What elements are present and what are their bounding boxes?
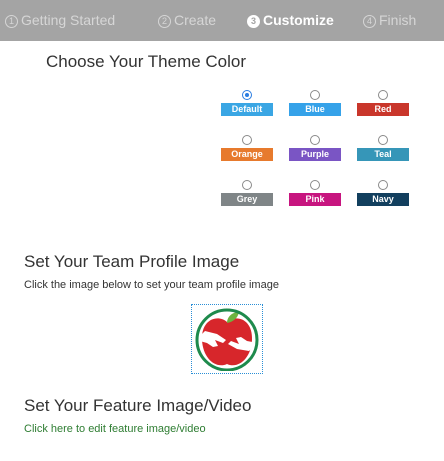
theme-option-pink[interactable]: Pink <box>289 180 341 206</box>
color-chip: Default <box>221 103 273 116</box>
color-chip: Grey <box>221 193 273 206</box>
theme-color-options: Default Blue Red Orange Purple Teal Grey… <box>221 90 411 215</box>
radio-button[interactable] <box>378 135 388 145</box>
apple-hands-logo-icon <box>195 308 259 371</box>
theme-option-blue[interactable]: Blue <box>289 90 341 116</box>
radio-button[interactable] <box>242 90 252 100</box>
radio-button[interactable] <box>310 135 320 145</box>
radio-button[interactable] <box>378 180 388 190</box>
color-chip: Orange <box>221 148 273 161</box>
color-chip: Red <box>357 103 409 116</box>
team-profile-heading: Set Your Team Profile Image <box>24 252 240 271</box>
step-number-icon: 3 <box>247 15 260 28</box>
step-getting-started[interactable]: 1 Getting Started <box>5 12 115 28</box>
radio-button[interactable] <box>242 180 252 190</box>
color-chip: Pink <box>289 193 341 206</box>
radio-button[interactable] <box>378 90 388 100</box>
theme-option-teal[interactable]: Teal <box>357 135 409 161</box>
color-chip: Teal <box>357 148 409 161</box>
theme-option-grey[interactable]: Grey <box>221 180 273 206</box>
step-label: Finish <box>379 12 417 28</box>
color-chip: Blue <box>289 103 341 116</box>
theme-option-red[interactable]: Red <box>357 90 409 116</box>
wizard-steps: 1 Getting Started 2 Create 3 Customize 4 Fin… <box>0 0 444 41</box>
theme-option-navy[interactable]: Navy <box>357 180 409 206</box>
theme-option-default[interactable]: Default <box>221 90 273 116</box>
step-label: Getting Started <box>21 12 116 28</box>
step-label: Create <box>174 12 217 28</box>
theme-option-purple[interactable]: Purple <box>289 135 341 161</box>
step-customize[interactable]: 3 Customize <box>247 12 334 28</box>
color-chip: Purple <box>289 148 341 161</box>
edit-feature-link[interactable]: Click here to edit feature image/video <box>24 423 206 435</box>
step-finish[interactable]: 4 Finish <box>363 12 416 28</box>
theme-option-orange[interactable]: Orange <box>221 135 273 161</box>
team-profile-description: Click the image below to set your team p… <box>24 279 279 291</box>
step-create[interactable]: 2 Create <box>158 12 216 28</box>
feature-image-heading: Set Your Feature Image/Video <box>24 396 252 415</box>
step-number-icon: 2 <box>158 15 171 28</box>
step-number-icon: 1 <box>5 15 18 28</box>
step-number-icon: 4 <box>363 15 376 28</box>
step-label: Customize <box>263 12 334 28</box>
theme-color-heading: Choose Your Theme Color <box>46 52 247 71</box>
radio-button[interactable] <box>310 180 320 190</box>
radio-button[interactable] <box>242 135 252 145</box>
radio-button[interactable] <box>310 90 320 100</box>
team-profile-image[interactable] <box>191 304 263 374</box>
color-chip: Navy <box>357 193 409 206</box>
